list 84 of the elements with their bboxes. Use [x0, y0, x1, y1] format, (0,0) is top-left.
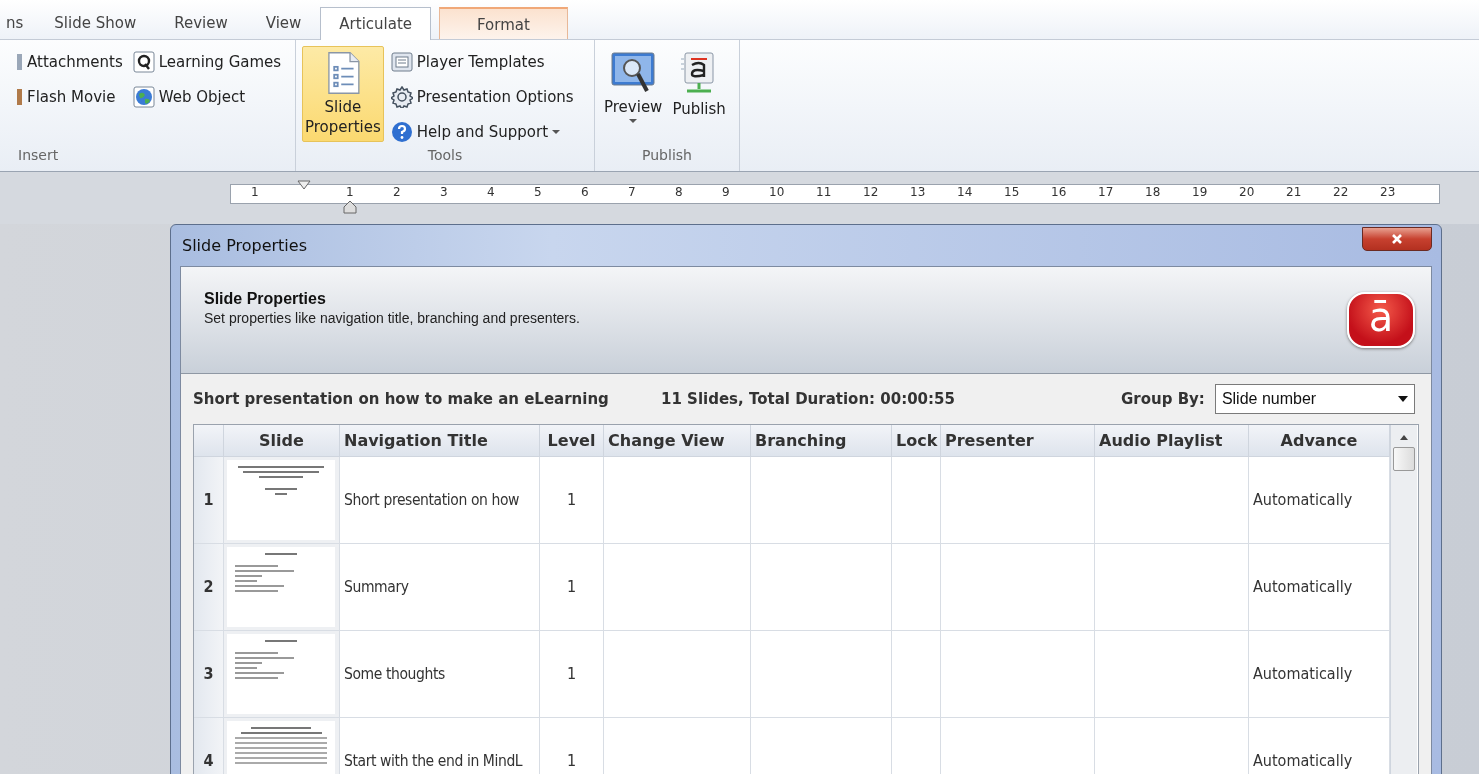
- ribbon-tab[interactable]: Articulate: [320, 7, 432, 40]
- ribbon-button[interactable]: Flash Movie: [14, 81, 126, 112]
- ribbon-button[interactable]: Preview: [601, 46, 666, 142]
- ribbon-button[interactable]: Presentation Options: [387, 81, 577, 112]
- ruler-number: 16: [1051, 185, 1068, 200]
- table-cell: 1: [540, 630, 604, 718]
- table-cell: 1: [540, 456, 604, 544]
- close-icon: [1391, 232, 1403, 245]
- ruler-number: 20: [1239, 185, 1256, 200]
- ruler-number: 1: [346, 185, 355, 200]
- ruler-number: 21: [1286, 185, 1303, 200]
- table-cell: Some thoughts: [340, 630, 540, 718]
- close-button[interactable]: [1362, 226, 1432, 251]
- group-label: Tools: [426, 147, 464, 165]
- ruler-number: 13: [910, 185, 927, 200]
- ruler-number: 22: [1333, 185, 1350, 200]
- settings-icon: [390, 85, 413, 108]
- column-header[interactable]: Slide: [224, 425, 340, 457]
- ruler-number: 23: [1380, 185, 1397, 200]
- column-header[interactable]: Level: [540, 425, 604, 457]
- row-number: 2: [194, 543, 224, 631]
- ribbon-button[interactable]: Learning Games: [129, 46, 285, 77]
- column-header[interactable]: Audio Playlist: [1095, 425, 1249, 457]
- group-label: Publish: [641, 147, 693, 165]
- column-header[interactable]: Lock: [892, 425, 941, 457]
- logo-badge: ā: [1347, 292, 1415, 348]
- ruler-number: 6: [581, 185, 590, 200]
- globe-icon: [132, 85, 155, 108]
- ruler-number: 3: [440, 185, 449, 200]
- ruler-number: 1: [251, 185, 260, 200]
- ruler-number: 14: [957, 185, 974, 200]
- ruler-number: 18: [1145, 185, 1162, 200]
- group-by-dropdown[interactable]: Slide number: [1214, 384, 1415, 414]
- column-header[interactable]: Branching: [751, 425, 892, 457]
- ribbon-button[interactable]: Attachments: [14, 46, 126, 77]
- project-title: Short presentation on how to make an eLearning: [193, 390, 610, 408]
- table-cell: Short presentation on how: [340, 456, 540, 544]
- row-number: 1: [194, 456, 224, 544]
- caret-icon: [1397, 396, 1408, 402]
- ruler-number: 4: [487, 185, 496, 200]
- quiz-icon: [132, 50, 155, 73]
- ruler-number: 15: [1004, 185, 1021, 200]
- ribbon-tab[interactable]: View: [246, 7, 321, 39]
- table-cell: Summary: [340, 543, 540, 631]
- row-number: 3: [194, 630, 224, 718]
- ribbon-tab[interactable]: Slide Show: [35, 7, 156, 39]
- table-cell: 1: [540, 717, 604, 774]
- group-label: Insert: [17, 147, 60, 165]
- slide-summary: 11 Slides, Total Duration: 00:00:55: [661, 390, 956, 408]
- table-cell: Start with the end in MindL: [340, 717, 540, 774]
- ribbon-button[interactable]: Player Templates: [387, 46, 577, 77]
- row-number: 4: [194, 717, 224, 774]
- ruler-number: 7: [628, 185, 637, 200]
- ruler-number: 9: [722, 185, 731, 200]
- ruler-number: 10: [769, 185, 786, 200]
- ribbon-tab[interactable]: Review: [155, 7, 247, 39]
- help-icon: [390, 120, 413, 143]
- ribbon-button[interactable]: Web Object: [129, 81, 285, 112]
- scroll-thumb[interactable]: [1393, 447, 1415, 471]
- table-cell: 1: [540, 543, 604, 631]
- ruler-number: 12: [863, 185, 880, 200]
- column-header[interactable]: Change View: [604, 425, 751, 457]
- indent-marker-icon: [343, 200, 357, 214]
- window-icon: [390, 51, 413, 72]
- ruler-number: 5: [534, 185, 543, 200]
- column-header[interactable]: Navigation Title: [340, 425, 540, 457]
- magnifier-screen-icon: [610, 51, 657, 95]
- up-arrow-icon: [1399, 433, 1409, 441]
- ribbon-tab[interactable]: ns: [0, 7, 36, 39]
- ruler-number: 8: [675, 185, 684, 200]
- window-title: Slide Properties: [181, 236, 307, 255]
- ribbon-button[interactable]: Help and Support: [387, 116, 577, 147]
- ribbon-button[interactable]: Publish: [669, 46, 729, 142]
- scrollbar[interactable]: [1390, 425, 1417, 774]
- ribbon-button[interactable]: Slide Properties: [302, 46, 384, 142]
- group-by-label: Group By:: [1121, 390, 1206, 408]
- ribbon-tab[interactable]: Format: [439, 7, 568, 39]
- ruler-number: 2: [393, 185, 402, 200]
- ruler-number: 17: [1098, 185, 1115, 200]
- ruler-number: 19: [1192, 185, 1209, 200]
- dialog-heading: Slide Properties: [204, 290, 327, 308]
- ruler-number: 11: [816, 185, 833, 200]
- column-header[interactable]: Presenter: [941, 425, 1095, 457]
- dialog-subtitle: Set properties like navigation title, branching and presenters.: [204, 310, 580, 326]
